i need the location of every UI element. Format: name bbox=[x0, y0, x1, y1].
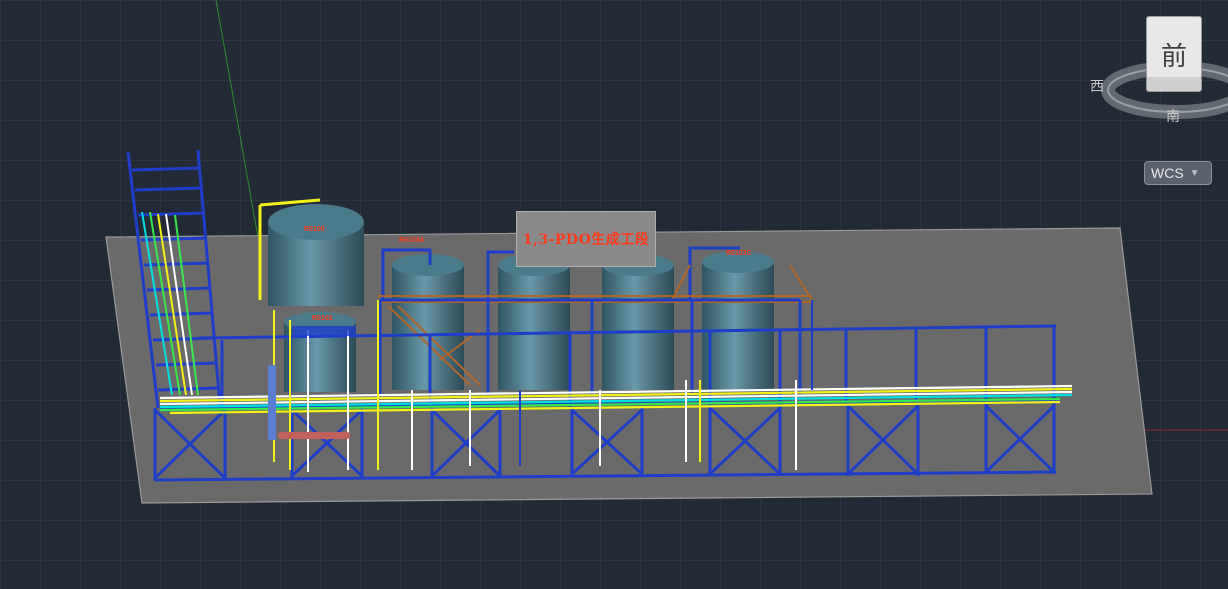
tank-r0100: R0100 bbox=[258, 198, 364, 306]
tank-label-r0103a: R0103A bbox=[399, 237, 425, 244]
chevron-down-icon: ▼ bbox=[1189, 167, 1200, 179]
tank-label-r0103c: R0103C bbox=[726, 250, 752, 257]
wcs-dropdown[interactable]: WCS ▼ bbox=[1144, 161, 1212, 185]
viewcube-front-face[interactable]: 前 bbox=[1146, 16, 1202, 92]
tank-r0103a: R0103A bbox=[392, 237, 464, 390]
horizontal-exchanger bbox=[278, 432, 350, 439]
compass-south-label[interactable]: 南 bbox=[1166, 106, 1180, 126]
viewcube[interactable]: 前 西 南 bbox=[1088, 10, 1228, 130]
plant-3d-model: R0100 R0102 R0103A R0103C bbox=[0, 0, 1228, 589]
tank-r0103c: R0103C bbox=[702, 250, 774, 390]
tank-label-r0100: R0100 bbox=[304, 226, 325, 233]
tank-label-r0102: R0102 bbox=[312, 315, 333, 322]
wcs-label: WCS bbox=[1151, 165, 1184, 181]
tank-platform bbox=[292, 326, 356, 336]
model-viewport[interactable]: R0100 R0102 R0103A R0103C 1,3-PDO生成工段 bbox=[0, 0, 1228, 589]
tank-r0102: R0102 bbox=[284, 312, 356, 392]
vertical-vessel bbox=[268, 365, 276, 440]
viewcube-face-label: 前 bbox=[1160, 41, 1187, 72]
tank-r0103x bbox=[602, 254, 674, 390]
compass-west-label[interactable]: 西 bbox=[1090, 76, 1104, 96]
tank-r0103b bbox=[498, 254, 570, 390]
section-title-banner: 1,3-PDO生成工段 bbox=[516, 211, 656, 267]
